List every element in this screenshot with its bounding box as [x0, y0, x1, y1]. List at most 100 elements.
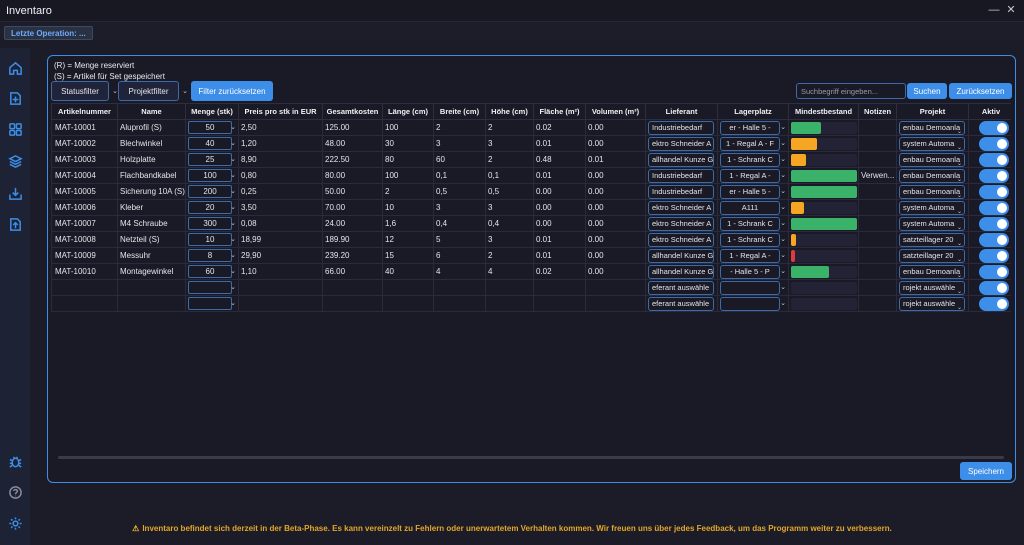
chevron-down-icon[interactable]: ⌄ [230, 283, 236, 291]
location-dropdown[interactable]: 1 - Schrank C [720, 232, 780, 247]
supplier-dropdown[interactable]: Industriebedarf [648, 120, 714, 135]
quantity-input[interactable]: 50 [188, 121, 232, 134]
table-row[interactable]: MAT-10010 Montagewinkel 60 ⌄ 1,10 66.00 40 4 4 0.… [51, 263, 1011, 280]
project-dropdown[interactable]: enbau Demoanla ⌄ [899, 152, 965, 167]
location-dropdown[interactable]: er - Halle 5 - [720, 120, 780, 135]
active-toggle[interactable] [979, 185, 1009, 199]
import-icon[interactable] [5, 183, 25, 203]
quantity-input[interactable]: 10 [188, 233, 232, 246]
save-button[interactable]: Speichern [960, 462, 1012, 480]
column-header[interactable]: Mindestbestand [788, 103, 859, 120]
chevron-down-icon[interactable]: ⌄ [780, 123, 786, 131]
export-icon[interactable] [5, 214, 25, 234]
home-icon[interactable] [5, 58, 25, 78]
column-header[interactable]: Länge (cm) [382, 103, 434, 120]
project-dropdown[interactable]: rojekt auswähle ⌄ [899, 280, 965, 295]
location-dropdown[interactable]: 1 - Regal A - [720, 248, 780, 263]
table-row[interactable]: MAT-10006 Kleber 20 ⌄ 3,50 70.00 10 3 3 0.00 0.00 e… [51, 199, 1011, 216]
column-header[interactable]: Aktiv [968, 103, 1011, 120]
horizontal-scrollbar[interactable] [58, 456, 1004, 459]
active-toggle[interactable] [979, 233, 1009, 247]
column-header[interactable]: Gesamtkosten [322, 103, 383, 120]
chevron-down-icon[interactable]: ⌄ [230, 123, 236, 131]
location-dropdown[interactable]: 1 - Regal A - [720, 168, 780, 183]
chevron-down-icon[interactable]: ⌄ [780, 155, 786, 163]
project-dropdown[interactable]: system Automa ⌄ [899, 136, 965, 151]
table-row[interactable]: MAT-10003 Holzplatte 25 ⌄ 8,90 222.50 80 60 2 0.4… [51, 151, 1011, 168]
active-toggle[interactable] [979, 137, 1009, 151]
chevron-down-icon[interactable]: ⌄ [230, 219, 236, 227]
supplier-dropdown[interactable]: ektro Schneider A [648, 232, 714, 247]
quantity-input[interactable]: 300 [188, 217, 232, 230]
location-dropdown[interactable] [720, 280, 780, 295]
chevron-down-icon[interactable]: ⌄ [780, 267, 786, 275]
last-operation-label[interactable]: Letzte Operation: ... [4, 26, 93, 40]
supplier-dropdown[interactable]: Industriebedarf [648, 168, 714, 183]
project-dropdown[interactable]: satzteillager 20 ⌄ [899, 248, 965, 263]
search-button[interactable]: Suchen [907, 83, 947, 99]
active-toggle[interactable] [979, 201, 1009, 215]
table-row[interactable]: MAT-10001 Aluprofil (S) 50 ⌄ 2,50 125.00 100 2 2… [51, 119, 1011, 136]
reset-filter-button[interactable]: Filter zurücksetzen [191, 81, 273, 101]
close-button[interactable]: ✕ [1004, 3, 1018, 16]
project-dropdown[interactable]: satzteillager 20 ⌄ [899, 232, 965, 247]
table-row[interactable]: MAT-10007 M4 Schraube 300 ⌄ 0,08 24.00 1,6 0,4 0… [51, 215, 1011, 232]
chevron-down-icon[interactable]: ⌄ [780, 187, 786, 195]
table-row[interactable]: ⌄ eferant auswähle ⌄ rojekt auswähle ⌄ [51, 295, 1011, 312]
project-dropdown[interactable]: enbau Demoanla ⌄ [899, 264, 965, 279]
chevron-down-icon[interactable]: ⌄ [780, 171, 786, 179]
project-dropdown[interactable]: rojekt auswähle ⌄ [899, 296, 965, 311]
bug-icon[interactable] [5, 451, 25, 471]
supplier-dropdown[interactable]: allhandel Kunze G [648, 248, 714, 263]
quantity-input[interactable]: 100 [188, 169, 232, 182]
quantity-input[interactable]: 40 [188, 137, 232, 150]
location-dropdown[interactable]: - Halle 5 - P [720, 264, 780, 279]
table-row[interactable]: ⌄ eferant auswähle ⌄ rojekt auswähle ⌄ [51, 279, 1011, 296]
chevron-down-icon[interactable]: ⌄ [230, 203, 236, 211]
chevron-down-icon[interactable]: ⌄ [230, 267, 236, 275]
chevron-down-icon[interactable]: ⌄ [780, 203, 786, 211]
active-toggle[interactable] [979, 265, 1009, 279]
active-toggle[interactable] [979, 169, 1009, 183]
status-filter-dropdown[interactable]: Statusfilter ⌄ [51, 81, 118, 101]
layers-icon[interactable] [5, 151, 25, 171]
active-toggle[interactable] [979, 249, 1009, 263]
chevron-down-icon[interactable]: ⌄ [230, 171, 236, 179]
column-header[interactable]: Notizen [858, 103, 897, 120]
chevron-down-icon[interactable]: ⌄ [780, 283, 786, 291]
column-header[interactable]: Name [117, 103, 186, 120]
quantity-input[interactable] [188, 297, 232, 310]
supplier-dropdown[interactable]: ektro Schneider A [648, 136, 714, 151]
table-row[interactable]: MAT-10002 Blechwinkel 40 ⌄ 1,20 48.00 30 3 3 0.01… [51, 135, 1011, 152]
chevron-down-icon[interactable]: ⌄ [230, 251, 236, 259]
quantity-input[interactable]: 25 [188, 153, 232, 166]
table-row[interactable]: MAT-10005 Sicherung 10A (S) 200 ⌄ 0,25 50.00 2… [51, 183, 1011, 200]
add-item-icon[interactable] [5, 88, 25, 108]
column-header[interactable]: Projekt [896, 103, 969, 120]
quantity-input[interactable] [188, 281, 232, 294]
chevron-down-icon[interactable]: ⌄ [230, 139, 236, 147]
active-toggle[interactable] [979, 297, 1009, 311]
column-header[interactable]: Preis pro stk in EUR [238, 103, 323, 120]
supplier-dropdown[interactable]: allhandel Kunze G [648, 264, 714, 279]
reset-button[interactable]: Zurücksetzen [949, 83, 1012, 99]
location-dropdown[interactable]: 1 - Regal A - F [720, 136, 780, 151]
help-icon[interactable] [5, 482, 25, 502]
project-dropdown[interactable]: enbau Demoanla ⌄ [899, 168, 965, 183]
column-header[interactable]: Menge (stk) [185, 103, 239, 120]
table-row[interactable]: MAT-10004 Flachbandkabel 100 ⌄ 0,80 80.00 100 0… [51, 167, 1011, 184]
search-input[interactable]: Suchbegriff eingeben... [796, 83, 906, 99]
chevron-down-icon[interactable]: ⌄ [780, 251, 786, 259]
chevron-down-icon[interactable]: ⌄ [230, 235, 236, 243]
quantity-input[interactable]: 60 [188, 265, 232, 278]
column-header[interactable]: Höhe (cm) [485, 103, 534, 120]
active-toggle[interactable] [979, 121, 1009, 135]
project-dropdown[interactable]: enbau Demoanla ⌄ [899, 120, 965, 135]
quantity-input[interactable]: 200 [188, 185, 232, 198]
column-header[interactable]: Fläche (m²) [533, 103, 586, 120]
supplier-dropdown[interactable]: ektro Schneider A [648, 216, 714, 231]
column-header[interactable]: Lagerplatz [717, 103, 789, 120]
supplier-dropdown[interactable]: Industriebedarf [648, 184, 714, 199]
table-row[interactable]: MAT-10009 Messuhr 8 ⌄ 29,90 239.20 15 6 2 0.01 0.0… [51, 247, 1011, 264]
supplier-dropdown[interactable]: eferant auswähle [648, 296, 714, 311]
